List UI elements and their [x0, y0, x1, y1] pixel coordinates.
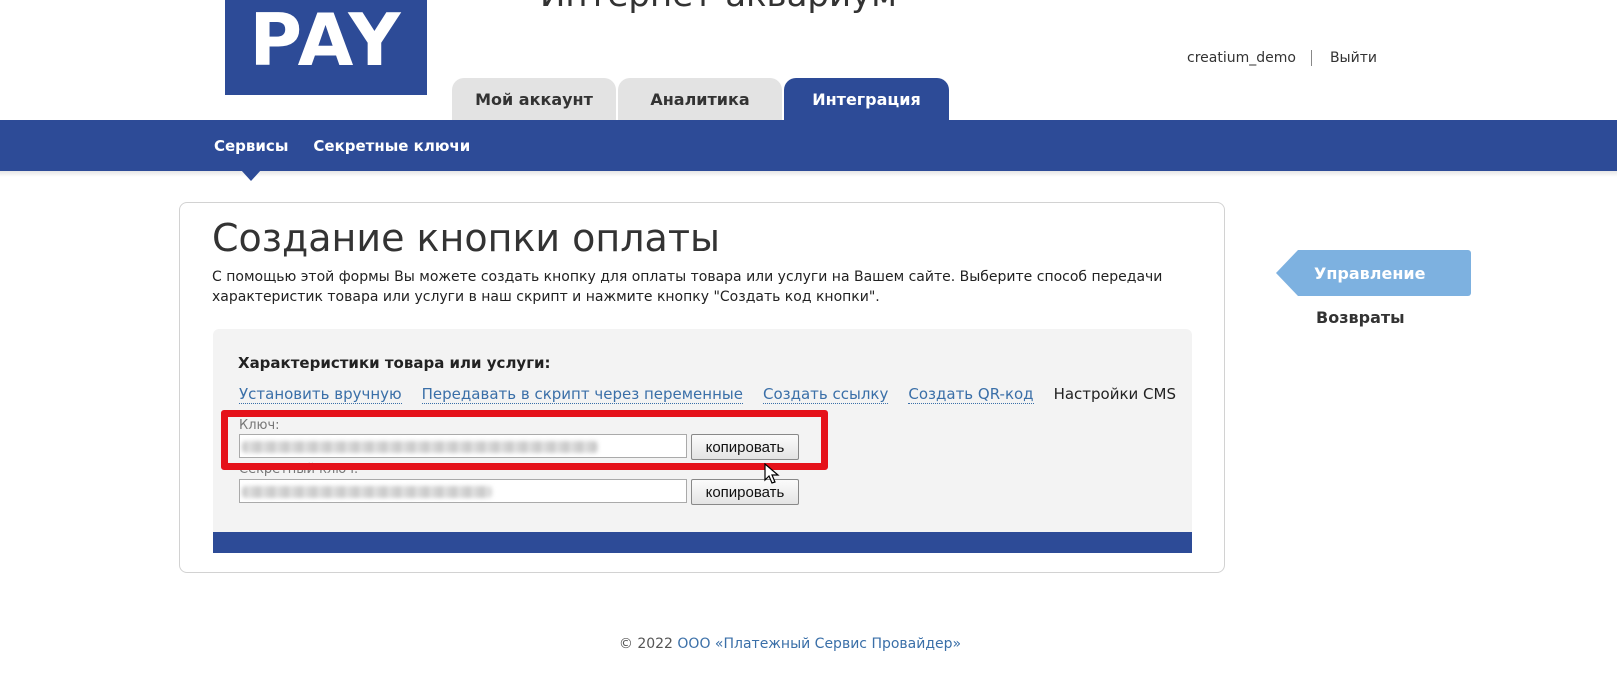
- secret-key-field[interactable]: [239, 479, 687, 503]
- tab-my-account[interactable]: Мой аккаунт: [452, 78, 616, 120]
- username-label: creatium_demo: [1187, 50, 1296, 66]
- settings-box-footer: [213, 532, 1192, 553]
- page-description: С помощью этой формы Вы можете создать к…: [212, 269, 1163, 305]
- main-tabs: Мой аккаунт Аналитика Интеграция: [452, 78, 951, 120]
- link-pass-variables[interactable]: Передавать в скрипт через переменные: [421, 385, 743, 404]
- sidebar-item-returns[interactable]: Возвраты: [1316, 308, 1405, 327]
- method-links: Установить вручную Передавать в скрипт ч…: [239, 385, 1176, 404]
- user-area: creatium_demo Выйти: [1187, 50, 1377, 66]
- current-method-cms: Настройки CMS: [1053, 385, 1176, 403]
- tab-integration[interactable]: Интеграция: [784, 78, 949, 120]
- subnav-item-services[interactable]: Сервисы: [214, 137, 288, 155]
- logo[interactable]: PAY: [225, 0, 427, 95]
- copy-secret-key-button[interactable]: копировать: [691, 479, 799, 505]
- section-title: Характеристики товара или услуги:: [238, 354, 551, 372]
- sidebar-item-management[interactable]: Управление: [1276, 250, 1471, 296]
- highlight-box: [221, 410, 828, 470]
- footer-company-link[interactable]: ООО «Платежный Сервис Провайдер»: [677, 636, 961, 652]
- divider: [1310, 50, 1312, 66]
- sub-navbar: Сервисы Секретные ключи: [0, 120, 1617, 171]
- logo-text: PAY: [249, 0, 403, 82]
- link-create-link[interactable]: Создать ссылку: [762, 385, 889, 404]
- redacted-secret-key: [242, 486, 492, 498]
- sidebar-item-management-label: Управление: [1298, 250, 1471, 296]
- link-create-qr[interactable]: Создать QR-код: [908, 385, 1034, 404]
- active-subnav-pointer: [241, 170, 261, 181]
- page-title: Создание кнопки оплаты: [212, 216, 720, 260]
- tab-analytics[interactable]: Аналитика: [618, 78, 782, 120]
- sidebar-active-arrow: [1276, 250, 1298, 296]
- mouse-cursor-icon: [764, 463, 780, 484]
- subnav-item-secret-keys[interactable]: Секретные ключи: [313, 137, 470, 155]
- footer: © 2022 ООО «Платежный Сервис Провайдер»: [600, 634, 980, 654]
- footer-copyright: © 2022: [618, 636, 678, 652]
- shop-title: Интернет-аквариум: [540, 0, 897, 12]
- logout-link[interactable]: Выйти: [1330, 50, 1377, 66]
- link-set-manually[interactable]: Установить вручную: [239, 385, 402, 404]
